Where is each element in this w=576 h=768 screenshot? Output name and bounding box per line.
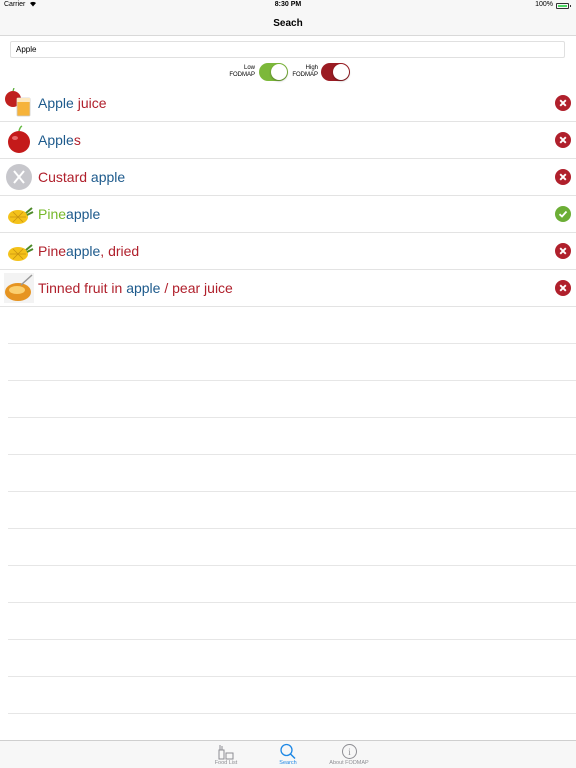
check-icon [555,206,571,222]
food-name-part: juice [73,95,107,111]
low-fodmap-label: Low FODMAP [224,65,255,79]
food-name-part: apple [126,280,161,296]
food-name: Custard apple [38,169,125,185]
low-fodmap-label-line1: Low [243,65,255,71]
tab-food-list-label: Food List [214,760,238,766]
navigation-bar: Seach [0,12,576,36]
empty-row [8,566,576,603]
list-item[interactable]: Apple juice [0,85,576,122]
results-list: Apple juice Apples Custard apple Pineapple P… [0,85,576,714]
high-fodmap-label-line2: FODMAP [292,72,318,78]
food-name-part: Custard [38,169,91,185]
food-name-part: Apple [38,132,74,148]
cutlery-placeholder-icon [4,162,34,192]
food-name-part: apple [66,243,101,259]
pineapple-icon [4,236,34,266]
cross-icon [555,132,571,148]
cross-icon [555,169,571,185]
toggle-knob [333,64,349,80]
list-item[interactable]: Apples [0,122,576,159]
search-input[interactable]: Apple [10,41,565,58]
food-name-part: apple [66,206,101,222]
status-bar: Carrier 8:30 PM 100% [0,0,576,12]
food-name-part: Pine [38,206,67,222]
food-name-part: Pine [38,243,67,259]
tab-food-list[interactable]: Food List [201,743,251,766]
food-name-part: Tinned fruit in [38,280,127,296]
list-item[interactable]: Pineapple [0,196,576,233]
tab-about-fodmap-label: About FODMAP [329,760,369,766]
clock: 8:30 PM [274,1,302,8]
low-fodmap-toggle[interactable] [259,63,288,81]
list-item[interactable]: Custard apple [0,159,576,196]
high-fodmap-toggle[interactable] [321,63,350,81]
tinned-fruit-icon [4,273,34,303]
tab-search[interactable]: Search [263,743,313,766]
list-item[interactable]: Tinned fruit in apple / pear juice [0,270,576,307]
tab-about-fodmap[interactable]: i About FODMAP [324,743,374,766]
empty-row [8,492,576,529]
cross-icon [555,243,571,259]
low-fodmap-label-line2: FODMAP [229,72,255,78]
battery-percent: 100% [535,1,553,8]
search-icon [263,743,313,760]
food-list-icon [201,743,251,760]
pineapple-icon [4,199,34,229]
food-name: Apples [38,132,81,148]
empty-row [8,381,576,418]
food-name: Pineapple, dried [38,243,139,259]
cross-icon [555,95,571,111]
fodmap-toggles: Low FODMAP High FODMAP [0,62,576,82]
empty-row [8,307,576,344]
high-fodmap-label-line1: High [305,65,318,71]
battery-icon [556,3,569,9]
tab-bar: Food List Search i About FODMAP [0,740,576,768]
list-item[interactable]: Pineapple, dried [0,233,576,270]
high-fodmap-label: High FODMAP [287,65,318,79]
empty-row [8,529,576,566]
empty-row [8,455,576,492]
svg-text:i: i [348,747,351,757]
empty-row [8,640,576,677]
cross-icon [555,280,571,296]
food-name: Apple juice [38,95,107,111]
food-name-part: apple [90,169,126,185]
battery-tip [569,5,571,7]
page-title: Seach [273,18,303,29]
apple-juice-icon [4,88,34,118]
tab-search-label: Search [279,760,297,766]
food-name: Tinned fruit in apple / pear juice [38,280,233,296]
food-name-part: , dried [100,243,140,259]
empty-row [8,677,576,714]
empty-row [8,418,576,455]
info-icon: i [324,743,374,760]
empty-row [8,344,576,381]
empty-row [8,603,576,640]
food-name: Pineapple [38,206,100,222]
food-name-part: s [73,132,81,148]
toggle-knob [271,64,287,80]
food-name-part: / pear juice [160,280,233,296]
apple-icon [4,125,34,155]
food-name-part: Apple [38,95,74,111]
